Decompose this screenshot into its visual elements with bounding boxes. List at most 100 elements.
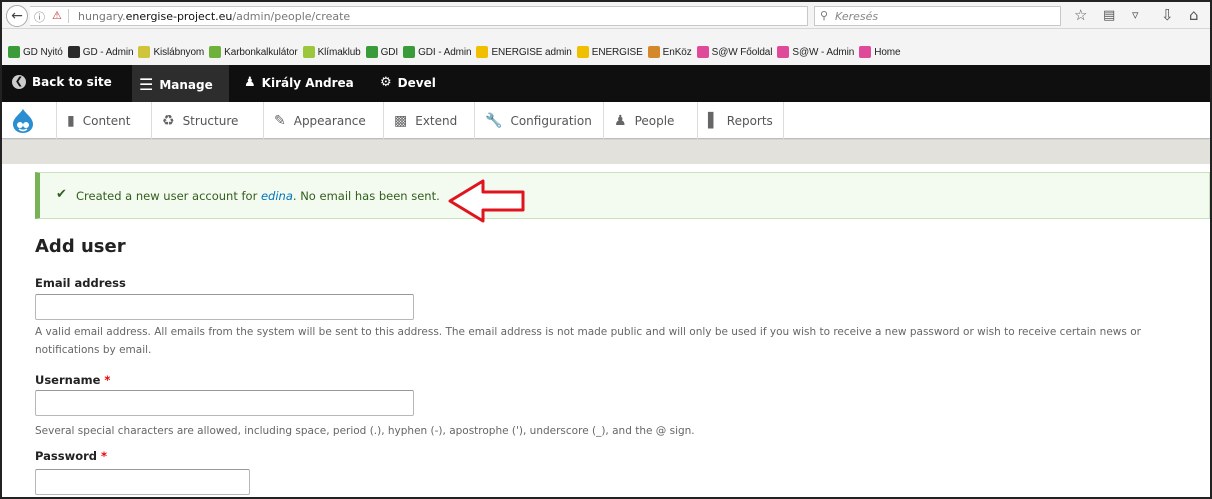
username-field[interactable] [35,390,414,416]
checkmark-icon: ✔ [56,187,67,202]
bookmark-favicon-icon [8,46,20,58]
back-arrow-icon[interactable]: ← [6,5,28,27]
bookmark-item[interactable]: GD - Admin [67,46,134,58]
paintbrush-icon: ✎ [274,112,286,129]
bookmark-item[interactable]: ENERGISE [576,46,643,58]
url-text[interactable]: hungary.energise-project.eu/admin/people… [78,10,350,23]
bookmark-favicon-icon [403,46,416,58]
bookmark-favicon-icon [138,46,151,58]
bookmark-item[interactable]: Klímaklub [302,46,361,58]
password-label: Password * [35,449,108,463]
search-placeholder: Keresés [835,10,879,23]
bookmark-item[interactable]: GD Nyitó [8,46,63,58]
search-input[interactable]: ⚲ Keresés [814,6,1061,26]
user-icon: ♟ [244,75,256,90]
bookmark-item[interactable]: GDI [365,46,399,58]
hamburger-icon: ☰ [139,75,154,94]
tray-people[interactable]: ♟ People [603,102,684,139]
bookmark-label: Klímaklub [317,46,361,58]
username-description: Several special characters are allowed, … [35,425,695,437]
reading-list-icon[interactable]: ▤ [1103,8,1115,23]
bookmark-item[interactable]: S@W Főoldal [696,46,773,58]
tray-content-label: Content [82,113,131,128]
email-field[interactable] [35,294,414,320]
sitemap-icon: ♻ [162,112,175,129]
bookmark-label: GD - Admin [82,46,134,58]
insecure-lock-icon[interactable]: ⚠ [52,9,62,22]
bookmark-item[interactable]: Kislábnyom [138,46,204,58]
puzzle-icon: ▩ [394,112,408,129]
bookmark-favicon-icon [67,46,80,58]
bookmark-item[interactable]: EnKöz [647,46,692,58]
home-icon[interactable]: ⌂ [1189,6,1199,24]
page-title: Add user [35,236,126,257]
bookmark-label: Home [874,46,901,58]
gear-icon: ⚙ [380,75,392,90]
manage-label: Manage [159,77,213,92]
bookmark-item[interactable]: Karbonkalkulátor [209,46,298,58]
back-to-site-label: Back to site [32,75,112,89]
bookmark-favicon-icon [209,46,222,58]
bookmark-label: Kislábnyom [153,46,205,58]
bookmarks-list: GD Nyitó GD - Admin Kislábnyom Karbonkalkul… [8,46,906,58]
browser-window: ← ⓘ ⚠ hungary.energise-project.eu/admin/… [0,0,1212,499]
required-marker: * [101,449,108,463]
required-marker: * [104,373,111,387]
manage-tab[interactable]: ☰ Manage [139,75,213,94]
bookmark-favicon-icon [777,46,790,58]
user-label: Király Andrea [261,75,354,90]
info-icon[interactable]: ⓘ [34,9,45,25]
email-label: Email address [35,276,126,290]
bookmark-item[interactable]: GDI - Admin [403,46,472,58]
bookmark-label: S@W Főoldal [711,46,773,58]
wrench-icon: 🔧 [485,112,503,129]
new-user-link[interactable]: edina [261,189,293,203]
bookmark-label: S@W - Admin [792,46,855,58]
status-message: ✔ Created a new user account for edina. … [35,172,1210,219]
bookmark-favicon-icon [647,46,660,58]
bookmark-label: GDI [380,46,399,58]
search-icon: ⚲ [820,9,829,22]
devel-tab[interactable]: ⚙ Devel [380,75,436,90]
tray-extend-label: Extend [415,113,458,128]
user-tab[interactable]: ♟ Király Andrea [244,75,354,90]
bookmark-label: ENERGISE admin [491,46,572,58]
devel-label: Devel [397,75,436,90]
bookmark-item[interactable]: Home [859,46,901,58]
bookmark-favicon-icon [302,46,315,58]
tray-people-label: People [634,113,675,128]
tray-reports-label: Reports [726,113,773,128]
bar-chart-icon: ▌ [708,112,719,129]
address-bar[interactable]: ⓘ ⚠ hungary.energise-project.eu/admin/pe… [30,6,826,27]
drupal-logo-icon[interactable] [12,108,34,134]
tray-structure[interactable]: ♻ Structure [151,102,248,139]
email-description: A valid email address. All emails from t… [35,326,1141,356]
bookmark-favicon-icon [696,46,709,58]
annotation-arrow-icon [448,179,525,223]
bookmark-item[interactable]: S@W - Admin [777,46,854,58]
download-icon[interactable]: ⇩ [1161,6,1174,24]
admin-toolbar: ❮ Back to site ☰ Manage ♟ Király Andrea … [2,65,1210,102]
tray-content[interactable]: ▮ Content [56,102,140,139]
admin-tray: ▮ Content ♻ Structure ✎ Appearance ▩ Extend … [2,102,1210,139]
password-field[interactable] [35,469,250,495]
bookmark-item[interactable]: ENERGISE admin [476,46,572,58]
bookmark-favicon-icon [859,46,872,58]
tray-configuration-label: Configuration [510,113,592,128]
pocket-icon[interactable]: ▿ [1132,8,1139,23]
people-icon: ♟ [614,112,627,129]
bookmark-favicon-icon [576,46,589,58]
back-to-site-link[interactable]: ❮ Back to site [12,75,112,89]
bookmark-label: GD Nyitó [23,46,63,58]
tray-configuration[interactable]: 🔧 Configuration [474,102,602,139]
tray-extend[interactable]: ▩ Extend [383,102,467,139]
tray-reports[interactable]: ▌ Reports [697,102,784,139]
tray-appearance[interactable]: ✎ Appearance [263,102,376,139]
bookmark-label: ENERGISE [591,46,643,58]
tray-structure-label: Structure [182,113,239,128]
bookmark-star-icon[interactable]: ☆ [1074,6,1087,24]
bookmark-label: EnKöz [662,46,692,58]
document-icon: ▮ [67,112,75,129]
browser-toolbar: ← ⓘ ⚠ hungary.energise-project.eu/admin/… [2,2,1210,29]
username-label: Username * [35,373,111,387]
